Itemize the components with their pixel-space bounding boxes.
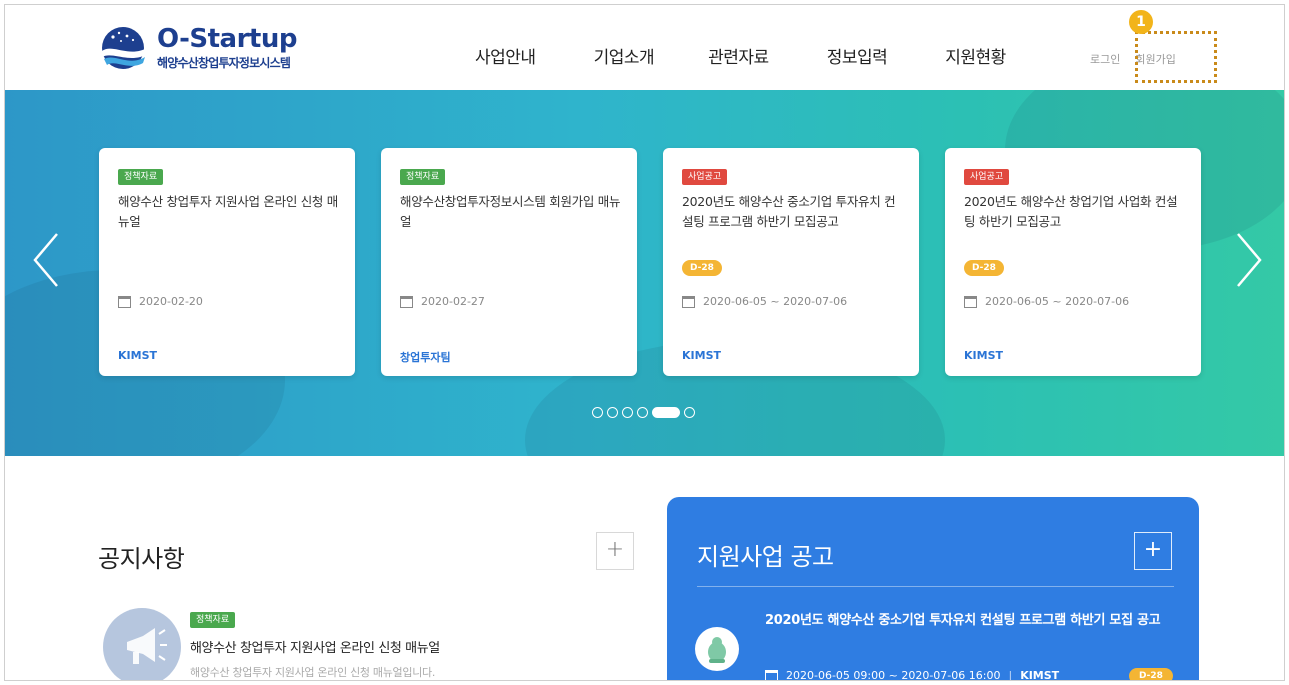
category-badge: 정책자료: [400, 169, 446, 185]
category-badge: 사업공고: [964, 169, 1010, 185]
slider-page-dot[interactable]: [652, 407, 680, 418]
browser-frame: O-Startup 해양수산창업투자정보시스템 사업안내 기업소개 관련자료 정…: [4, 4, 1285, 681]
category-badge: 정책자료: [118, 169, 164, 185]
calendar-icon: [964, 295, 977, 308]
slider-card[interactable]: 사업공고 2020년도 해양수산 창업기업 사업화 컨설팅 하반기 모집공고 D…: [945, 148, 1201, 376]
support-item-date: 2020-06-05 09:00 ~ 2020-07-06 16:00: [786, 669, 1001, 681]
dday-badge: D-28: [682, 260, 722, 276]
notice-more-button[interactable]: +: [596, 532, 634, 570]
callout-highlight-box: [1135, 31, 1217, 83]
logo-subtitle: 해양수산창업투자정보시스템: [157, 56, 291, 70]
support-divider: [697, 586, 1174, 587]
slider-page-dot[interactable]: [592, 407, 603, 418]
support-item-icon: [695, 627, 739, 671]
nav-item-info-input[interactable]: 정보입력: [827, 43, 888, 68]
slider-page-dot[interactable]: [684, 407, 695, 418]
notice-section-title: 공지사항: [98, 545, 185, 573]
dday-badge: D-28: [964, 260, 1004, 276]
calendar-icon: [118, 295, 131, 308]
slider-next-arrow-icon[interactable]: [1234, 230, 1264, 290]
card-title: 2020년도 해양수산 중소기업 투자유치 컨설팅 프로그램 하반기 모집공고: [682, 194, 896, 229]
support-dday-badge: D-28: [1129, 668, 1173, 680]
card-date: 2020-02-27: [400, 295, 485, 308]
main-nav: 사업안내 기업소개 관련자료 정보입력 지원현황: [475, 43, 1064, 68]
logo-title: O-Startup: [157, 24, 297, 54]
slider-page-dot[interactable]: [607, 407, 618, 418]
calendar-icon: [400, 295, 413, 308]
support-more-button[interactable]: +: [1134, 532, 1172, 570]
card-source: KIMST: [964, 349, 1003, 362]
card-date: 2020-02-20: [118, 295, 203, 308]
nav-item-support-status[interactable]: 지원현황: [945, 43, 1006, 68]
card-date: 2020-06-05 ~ 2020-07-06: [682, 295, 847, 308]
slider-card[interactable]: 정책자료 해양수산창업투자정보시스템 회원가입 매뉴얼 2020-02-27 창…: [381, 148, 637, 376]
nav-item-company[interactable]: 기업소개: [594, 43, 655, 68]
notice-megaphone-icon: [103, 608, 181, 680]
card-source: KIMST: [118, 349, 157, 362]
card-date-text: 2020-02-20: [139, 295, 203, 308]
category-badge: 사업공고: [682, 169, 728, 185]
support-item-org: KIMST: [1020, 669, 1060, 681]
card-source: KIMST: [682, 349, 721, 362]
card-date: 2020-06-05 ~ 2020-07-06: [964, 295, 1129, 308]
site-header: O-Startup 해양수산창업투자정보시스템 사업안내 기업소개 관련자료 정…: [5, 5, 1284, 90]
nav-item-resources[interactable]: 관련자료: [708, 43, 769, 68]
card-date-text: 2020-02-27: [421, 295, 485, 308]
calendar-icon: [765, 669, 778, 680]
slider-pagination: [592, 407, 699, 418]
notice-category-badge: 정책자료: [190, 612, 236, 628]
support-section-title: 지원사업 공고: [697, 543, 834, 571]
notice-item-desc: 해양수산 창업투자 지원사업 온라인 신청 매뉴얼입니다.: [190, 666, 436, 679]
hero-slider: 정책자료 해양수산 창업투자 지원사업 온라인 신청 매뉴얼 2020-02-2…: [5, 90, 1284, 456]
support-item-meta: 2020-06-05 09:00 ~ 2020-07-06 16:00 | KI…: [765, 669, 1060, 681]
slider-card[interactable]: 정책자료 해양수산 창업투자 지원사업 온라인 신청 매뉴얼 2020-02-2…: [99, 148, 355, 376]
slider-page-dot[interactable]: [637, 407, 648, 418]
slider-prev-arrow-icon[interactable]: [31, 230, 61, 290]
support-item-title[interactable]: 2020년도 해양수산 중소기업 투자유치 컨설팅 프로그램 하반기 모집 공고: [765, 610, 1165, 631]
nav-item-business[interactable]: 사업안내: [475, 43, 536, 68]
slider-page-dot[interactable]: [622, 407, 633, 418]
notice-item-title[interactable]: 해양수산 창업투자 지원사업 온라인 신청 매뉴얼: [190, 637, 440, 656]
card-title: 해양수산창업투자정보시스템 회원가입 매뉴얼: [400, 194, 621, 229]
logo-globe-icon: [102, 27, 149, 69]
site-logo[interactable]: O-Startup 해양수산창업투자정보시스템: [99, 25, 297, 71]
callout-number-badge: 1: [1129, 10, 1153, 34]
card-date-text: 2020-06-05 ~ 2020-07-06: [985, 295, 1130, 308]
card-source: 창업투자팀: [400, 351, 451, 364]
meta-separator: |: [1008, 669, 1013, 681]
slider-card[interactable]: 사업공고 2020년도 해양수산 중소기업 투자유치 컨설팅 프로그램 하반기 …: [663, 148, 919, 376]
support-announcement-panel: 지원사업 공고 + 2020년도 해양수산 중소기업 투자유치 컨설팅 프로그램…: [667, 497, 1199, 681]
card-title: 2020년도 해양수산 창업기업 사업화 컨설팅 하반기 모집공고: [964, 194, 1178, 229]
calendar-icon: [682, 295, 695, 308]
card-date-text: 2020-06-05 ~ 2020-07-06: [703, 295, 848, 308]
card-title: 해양수산 창업투자 지원사업 온라인 신청 매뉴얼: [118, 194, 338, 229]
login-link[interactable]: 로그인: [1090, 51, 1120, 67]
